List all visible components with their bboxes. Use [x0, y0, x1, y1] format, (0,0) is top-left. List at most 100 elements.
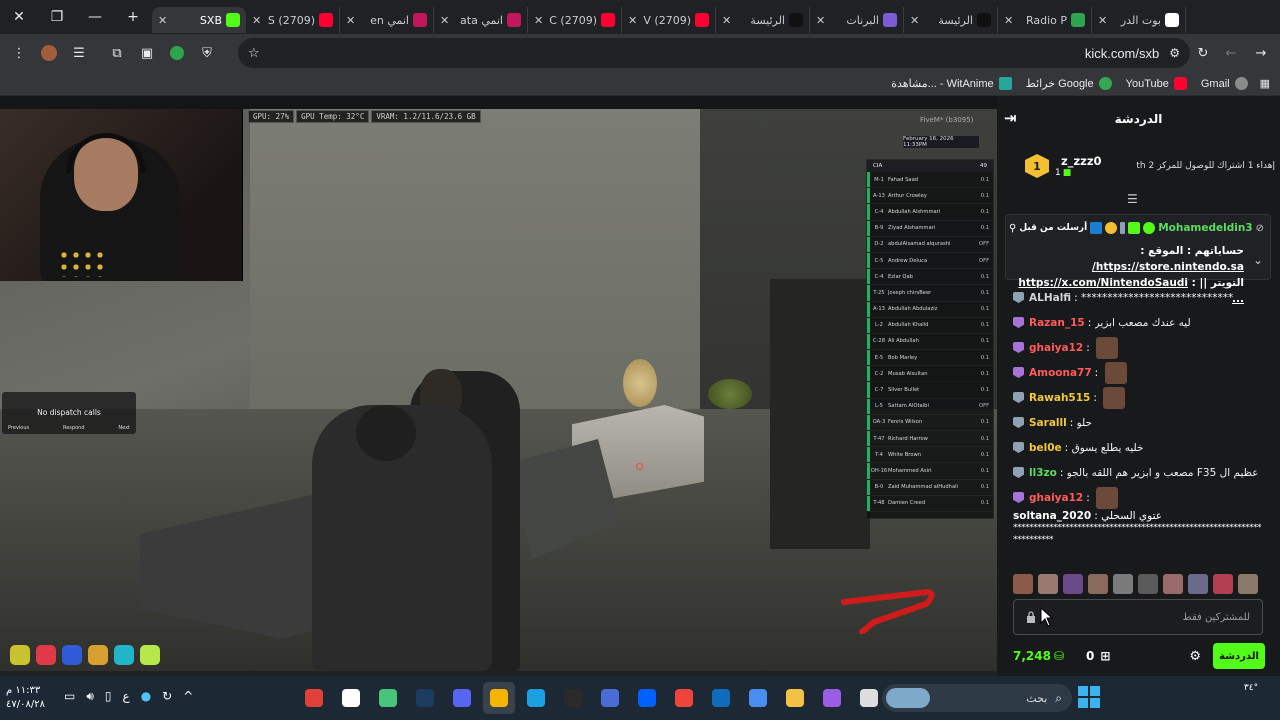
- chat-message[interactable]: ALHalfi: *****************************: [1013, 285, 1275, 310]
- close-tab-icon[interactable]: ✕: [910, 14, 919, 27]
- browser-tab[interactable]: ✕ الرئيسة: [716, 7, 810, 33]
- taskbar-app-edge[interactable]: [520, 682, 552, 714]
- chat-message[interactable]: bel0e: خليه يطلع يسوق: [1013, 435, 1275, 460]
- taskbar-app-copilot[interactable]: [816, 682, 848, 714]
- chat-message[interactable]: Razan_15: ليه عندك مصعب ابزير: [1013, 310, 1275, 335]
- url-text[interactable]: kick.com/sxb: [1085, 46, 1159, 61]
- browser-tab[interactable]: ✕ (2709) S: [246, 7, 340, 33]
- site-settings-icon[interactable]: ⚙: [1169, 46, 1180, 60]
- channel-points[interactable]: 0 ⊞: [1086, 649, 1110, 663]
- chat-message[interactable]: Saralll: حلو: [1013, 410, 1275, 435]
- taskbar-app-steam[interactable]: [409, 682, 441, 714]
- taskbar-app-chrome[interactable]: [483, 682, 515, 714]
- address-bar[interactable]: ☆ kick.com/sxb ⚙: [238, 38, 1190, 68]
- volume-icon[interactable]: 🔊︎: [86, 689, 94, 704]
- close-tab-icon[interactable]: ✕: [816, 14, 825, 27]
- profile-avatar[interactable]: [34, 38, 64, 68]
- unpin-icon[interactable]: ⊘: [1256, 223, 1264, 234]
- tab-search-icon[interactable]: ☰: [64, 38, 94, 68]
- extensions-icon[interactable]: ⧉: [102, 38, 132, 68]
- taskbar-app-adobe-acrobat[interactable]: [298, 682, 330, 714]
- close-tab-icon[interactable]: ✕: [1098, 14, 1107, 27]
- message-username[interactable]: bel0e: [1029, 442, 1062, 454]
- bookmark-gmail[interactable]: Gmail: [1201, 77, 1248, 90]
- message-username[interactable]: Amoona77: [1029, 367, 1092, 379]
- browser-tab[interactable]: ✕ الرئيسة: [904, 7, 998, 33]
- start-button[interactable]: [1078, 686, 1100, 708]
- chat-message[interactable]: Rawah515:: [1013, 385, 1275, 410]
- close-tab-icon[interactable]: ✕: [158, 14, 167, 27]
- minimize-window-button[interactable]: —: [76, 0, 114, 34]
- close-tab-icon[interactable]: ✕: [252, 14, 261, 27]
- sync-icon[interactable]: ↻: [162, 689, 172, 704]
- back-icon[interactable]: →: [1246, 38, 1276, 68]
- browser-tab[interactable]: ✕ (2709) C: [528, 7, 622, 33]
- emote-button[interactable]: [1038, 574, 1058, 594]
- language-indicator[interactable]: ع: [123, 689, 130, 704]
- taskbar-app-dropbox[interactable]: [631, 682, 663, 714]
- taskbar-app-mail[interactable]: [705, 682, 737, 714]
- chat-message[interactable]: ghaiya12:: [1013, 335, 1275, 360]
- bookmark-youtube[interactable]: YouTube: [1126, 77, 1187, 90]
- emote-button[interactable]: [1238, 574, 1258, 594]
- browser-tab[interactable]: ✕ انمي en: [340, 7, 434, 33]
- taskbar-search[interactable]: بحث ⌕: [882, 684, 1072, 712]
- chat-send-button[interactable]: الدردشة: [1213, 643, 1265, 669]
- tray-overflow-chevron-icon[interactable]: ^: [183, 689, 193, 704]
- close-tab-icon[interactable]: ✕: [1004, 14, 1013, 27]
- chat-message-field[interactable]: [1070, 611, 1250, 623]
- close-tab-icon[interactable]: ✕: [722, 14, 731, 27]
- emote-button[interactable]: [1088, 574, 1108, 594]
- emote-button[interactable]: [1013, 574, 1033, 594]
- bookmark-star-icon[interactable]: ☆: [248, 46, 260, 61]
- bookmark-google-maps[interactable]: خرائط Google: [1026, 77, 1112, 90]
- taskbar-app-anydesk[interactable]: [668, 682, 700, 714]
- message-username[interactable]: ll3zo: [1029, 467, 1057, 479]
- all-bookmarks-icon[interactable]: ▦: [1260, 77, 1270, 90]
- weather-widget[interactable]: ٣٤°: [1236, 682, 1266, 694]
- taskbar-app-files[interactable]: [853, 682, 885, 714]
- browser-tab[interactable]: ✕ Radio P: [998, 7, 1092, 33]
- browser-tab[interactable]: ✕ البرنات: [810, 7, 904, 33]
- close-tab-icon[interactable]: ✕: [440, 14, 449, 27]
- pinned-link-store[interactable]: https://store.nintendo.sa/: [1092, 261, 1244, 273]
- taskbar-app-app-generic[interactable]: [594, 682, 626, 714]
- chat-settings-gear-icon[interactable]: ⚙: [1189, 649, 1201, 664]
- emote-button[interactable]: [1163, 574, 1183, 594]
- network-icon[interactable]: ▯: [105, 689, 112, 704]
- battery-icon[interactable]: ▭: [64, 689, 75, 704]
- browser-tab[interactable]: ✕ (2709) V: [622, 7, 716, 33]
- message-username[interactable]: Rawah515: [1029, 392, 1090, 404]
- forward-icon[interactable]: ←: [1216, 38, 1246, 68]
- chat-message[interactable]: soltana_2020: عتوي السحلي **************…: [1013, 510, 1275, 560]
- collapse-chat-icon[interactable]: ⇥: [1004, 109, 1017, 127]
- chat-message[interactable]: ll3zo: مصعب و ابزير هم اللقه بالجو F35 ع…: [1013, 460, 1275, 485]
- taskbar-app-roblox[interactable]: [372, 682, 404, 714]
- menu-kebab-icon[interactable]: ⋮: [4, 38, 34, 68]
- taskbar-app-store[interactable]: [742, 682, 774, 714]
- message-username[interactable]: ghaiya12: [1029, 492, 1083, 504]
- taskbar-app-epic-games[interactable]: [557, 682, 589, 714]
- emote-button[interactable]: [1188, 574, 1208, 594]
- extension-icon[interactable]: ▣: [132, 38, 162, 68]
- message-username[interactable]: ghaiya12: [1029, 342, 1083, 354]
- system-clock[interactable]: ١١:٣٣ م ٤٧/٠٨/٢٨: [6, 684, 45, 712]
- gift-leaderboard[interactable]: 1 z_zzz0 1 ■ إهداء 1 اشتراك للوصول للمركز…: [1025, 146, 1275, 186]
- close-window-button[interactable]: ✕: [0, 0, 38, 34]
- emote-button[interactable]: [1063, 574, 1083, 594]
- taskbar-app-obs[interactable]: [335, 682, 367, 714]
- message-username[interactable]: Saralll: [1029, 417, 1067, 429]
- restore-window-button[interactable]: ❐: [38, 0, 76, 34]
- emote-button[interactable]: [1113, 574, 1133, 594]
- close-tab-icon[interactable]: ✕: [346, 14, 355, 27]
- taskbar-app-discord[interactable]: [446, 682, 478, 714]
- close-tab-icon[interactable]: ✕: [628, 14, 637, 27]
- message-username[interactable]: ALHalfi: [1029, 292, 1071, 304]
- emote-button[interactable]: [1138, 574, 1158, 594]
- microphone-icon[interactable]: ●: [141, 689, 151, 704]
- taskbar-app-explorer[interactable]: [779, 682, 811, 714]
- message-username[interactable]: Razan_15: [1029, 317, 1085, 329]
- chat-message[interactable]: ghaiya12:: [1013, 485, 1275, 510]
- pinned-message[interactable]: ⊘ Mohamedeldin3 أرسلت من قبل ⚲ حساباتهم …: [1005, 214, 1271, 305]
- close-tab-icon[interactable]: ✕: [534, 14, 543, 27]
